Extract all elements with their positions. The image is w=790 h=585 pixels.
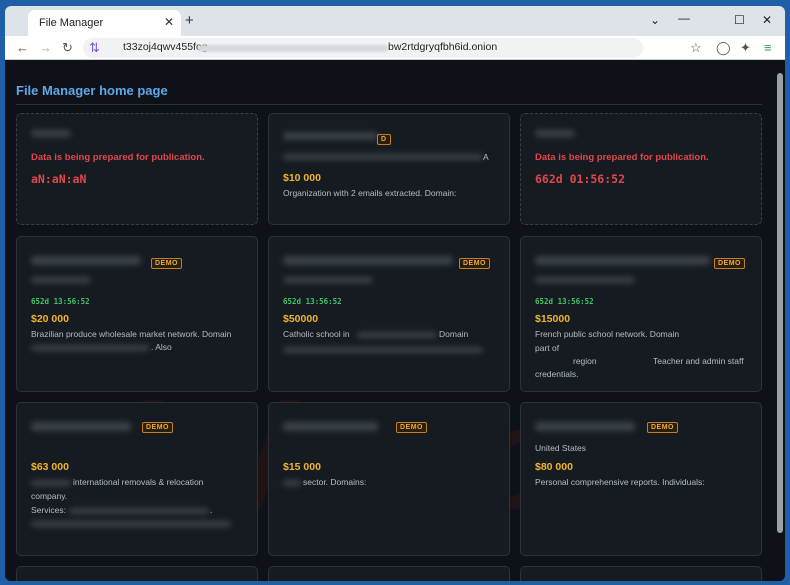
description-region: region [573,356,597,366]
country: United States [535,443,587,453]
price: $10 000 [283,172,321,184]
countdown-timer: aN:aN:aN [31,172,87,186]
card-listing[interactable]: D A $10 000 Organization with 2 emails e… [268,113,510,225]
title-bar: File Manager ✕ + ⌄ — ☐ ✕ [5,6,785,36]
back-arrow-icon[interactable]: ← [16,40,29,55]
description-staff: Teacher and admin staff [653,356,744,366]
description-tail: . Also [151,342,172,352]
forward-arrow-icon[interactable]: → [39,40,52,55]
price: $50000 [283,313,319,325]
description: Personal comprehensive reports. Individu… [535,477,705,487]
url-redacted [198,45,388,52]
description-tail: . [210,505,213,515]
demo-badge: DEMO [714,258,745,269]
description: international removals & relocation [73,477,204,487]
star-icon[interactable]: ☆ [690,40,702,56]
divider [16,104,762,105]
maximize-button[interactable]: ☐ [734,13,745,27]
redacted-name [31,422,131,431]
card-listing[interactable] [16,566,258,581]
redacted-name [535,256,710,265]
browser-window: File Manager ✕ + ⌄ — ☐ ✕ ← → ↻ ⇅ t33zoj4… [5,6,785,581]
redacted-text [31,480,71,486]
publication-status: Data is being prepared for publication. [31,152,205,163]
redacted-name [535,422,635,431]
card-listing[interactable] [268,566,510,581]
url-start: t33zoj4qwv455fog [123,41,208,53]
countdown-timer: 652d 13:56:52 [283,297,342,306]
redacted-text [31,345,149,351]
shield-icon[interactable]: ◯ [716,40,731,56]
description: Catholic school in [283,329,350,339]
description: Organization with 2 emails extracted. Do… [283,188,457,198]
description-line2: part of [535,343,560,353]
page-title: File Manager home page [16,83,168,98]
demo-badge: DEMO [151,258,182,269]
url-end: bw2rtdgryqfbh6id.onion [388,41,498,53]
tor-circuit-icon[interactable]: ⇅ [89,40,100,56]
demo-badge: DEMO [647,422,678,433]
card-listing[interactable]: DEMO $15 000 sector. Domains: [268,402,510,556]
price: $80 000 [535,461,573,473]
minimize-icon[interactable]: ⌄ [650,13,660,27]
description-line4: credentials. [535,369,579,379]
card-listing[interactable]: DEMO 652d 13:56:52 $20 000 Brazilian pro… [16,236,258,392]
redacted-text [535,277,635,283]
description-line3: Services: [31,505,66,515]
redacted-text [283,347,483,353]
demo-badge: D [377,134,391,145]
price: $15 000 [283,461,321,473]
tab-close-icon[interactable]: ✕ [164,15,174,29]
card-listing[interactable] [520,566,762,581]
address-bar[interactable]: ⇅ t33zoj4qwv455fog bw2rtdgryqfbh6id.onio… [83,38,643,58]
card-listing[interactable]: DEMO 652d 13:56:52 $50000 Catholic schoo… [268,236,510,392]
redacted-text [31,521,231,527]
extensions-icon[interactable]: ✦ [740,40,751,56]
redacted-name [283,132,378,140]
navigation-bar: ← → ↻ ⇅ t33zoj4qwv455fog bw2rtdgryqfbh6i… [5,36,785,60]
new-tab-button[interactable]: + [185,12,194,29]
price: $63 000 [31,461,69,473]
description: sector. Domains: [303,477,367,487]
description-line2: company. [31,491,68,501]
menu-icon[interactable]: ≡ [764,40,772,55]
browser-tab[interactable]: File Manager ✕ [28,10,181,36]
demo-badge: DEMO [396,422,427,433]
demo-badge: DEMO [459,258,490,269]
countdown-timer: 652d 13:56:52 [31,297,90,306]
publication-status: Data is being prepared for publication. [535,152,709,163]
card-listing[interactable]: DEMO United States $80 000 Personal comp… [520,402,762,556]
price: $20 000 [31,313,69,325]
redacted-name [535,130,575,137]
close-button[interactable]: ✕ [762,13,772,27]
scrollbar[interactable] [777,73,783,533]
demo-badge: DEMO [142,422,173,433]
card-countdown[interactable]: Data is being prepared for publication. … [16,113,258,225]
minimize-button[interactable]: — [678,11,690,25]
reload-icon[interactable]: ↻ [62,40,73,56]
description-tail: Domain [439,329,469,339]
tab-title: File Manager [39,17,104,29]
redacted-text [283,480,301,486]
card-listing[interactable]: DEMO $63 000 international removals & re… [16,402,258,556]
redacted-text [283,277,373,283]
redacted-name [31,256,141,265]
description-tail: A [483,152,489,162]
redacted-text [357,332,437,338]
redacted-text [283,154,483,160]
redacted-text [69,508,209,514]
card-listing[interactable]: DEMO 652d 13:56:52 $15000 French public … [520,236,762,392]
redacted-name [283,422,378,431]
price: $15000 [535,313,571,325]
card-countdown[interactable]: Data is being prepared for publication. … [520,113,762,225]
description: Brazilian produce wholesale market netwo… [31,329,232,339]
redacted-name [31,130,71,137]
redacted-text [31,277,91,283]
description: French public school network. Domain [535,329,680,339]
page-content: risk.com File Manager home page Data is … [5,61,785,581]
countdown-timer: 662d 01:56:52 [535,172,626,186]
redacted-name [283,256,453,265]
countdown-timer: 652d 13:56:52 [535,297,594,306]
